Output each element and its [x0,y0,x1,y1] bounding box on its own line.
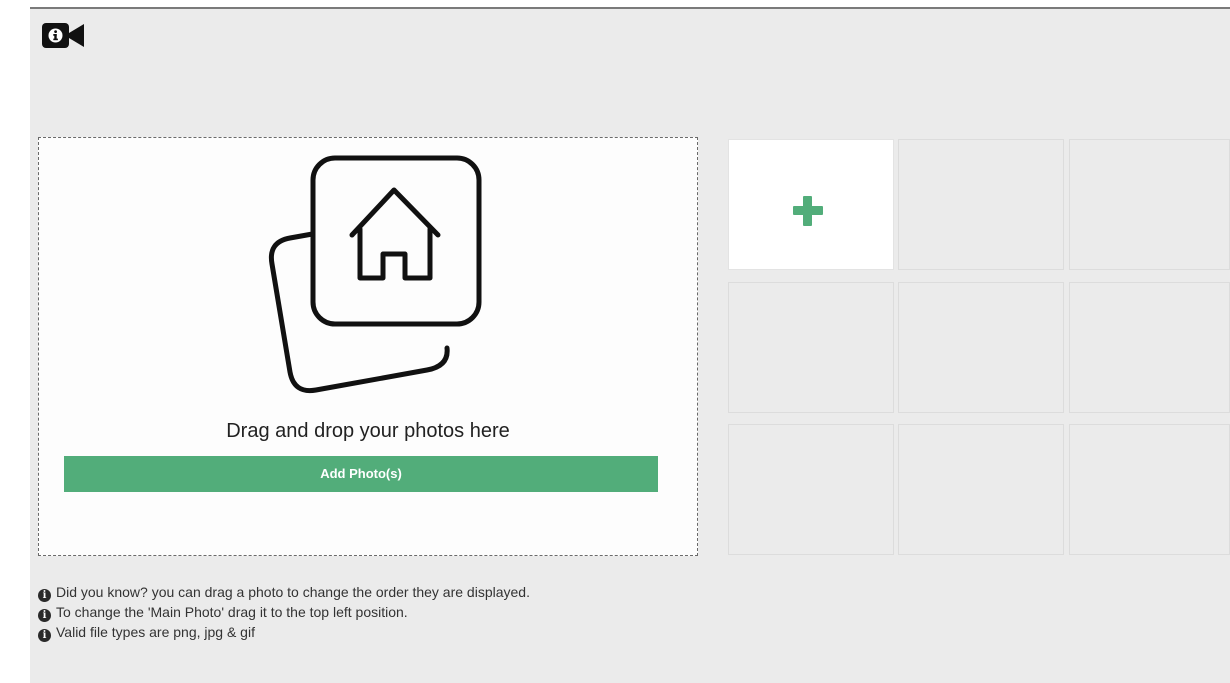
info-circle-icon: i [38,609,51,622]
tip-text: Did you know? you can drag a photo to ch… [56,584,530,600]
photo-slot[interactable] [1069,424,1230,555]
tip-drag-order: i Did you know? you can drag a photo to c… [38,584,530,602]
photo-dropzone[interactable]: Drag and drop your photos here Add Photo… [38,137,698,556]
add-photos-button[interactable]: Add Photo(s) [64,456,658,492]
plus-icon [793,196,823,226]
photo-slot[interactable] [1069,282,1230,413]
photo-slot[interactable] [898,424,1064,555]
photo-slot[interactable] [728,424,894,555]
photo-slot[interactable] [898,139,1064,270]
tip-main-photo: i To change the 'Main Photo' drag it to t… [38,604,408,622]
photos-house-icon [268,155,482,394]
tip-file-types: i Valid file types are png, jpg & gif [38,624,255,642]
photo-slot[interactable] [1069,139,1230,270]
add-photo-slot[interactable] [728,139,894,270]
info-video-icon[interactable] [39,20,87,52]
info-circle-icon: i [38,589,51,602]
tip-text: To change the 'Main Photo' drag it to th… [56,604,408,620]
dropzone-instruction: Drag and drop your photos here [226,420,510,442]
photo-slot[interactable] [728,282,894,413]
tip-text: Valid file types are png, jpg & gif [56,624,255,640]
info-circle-icon: i [38,629,51,642]
photo-slot[interactable] [898,282,1064,413]
